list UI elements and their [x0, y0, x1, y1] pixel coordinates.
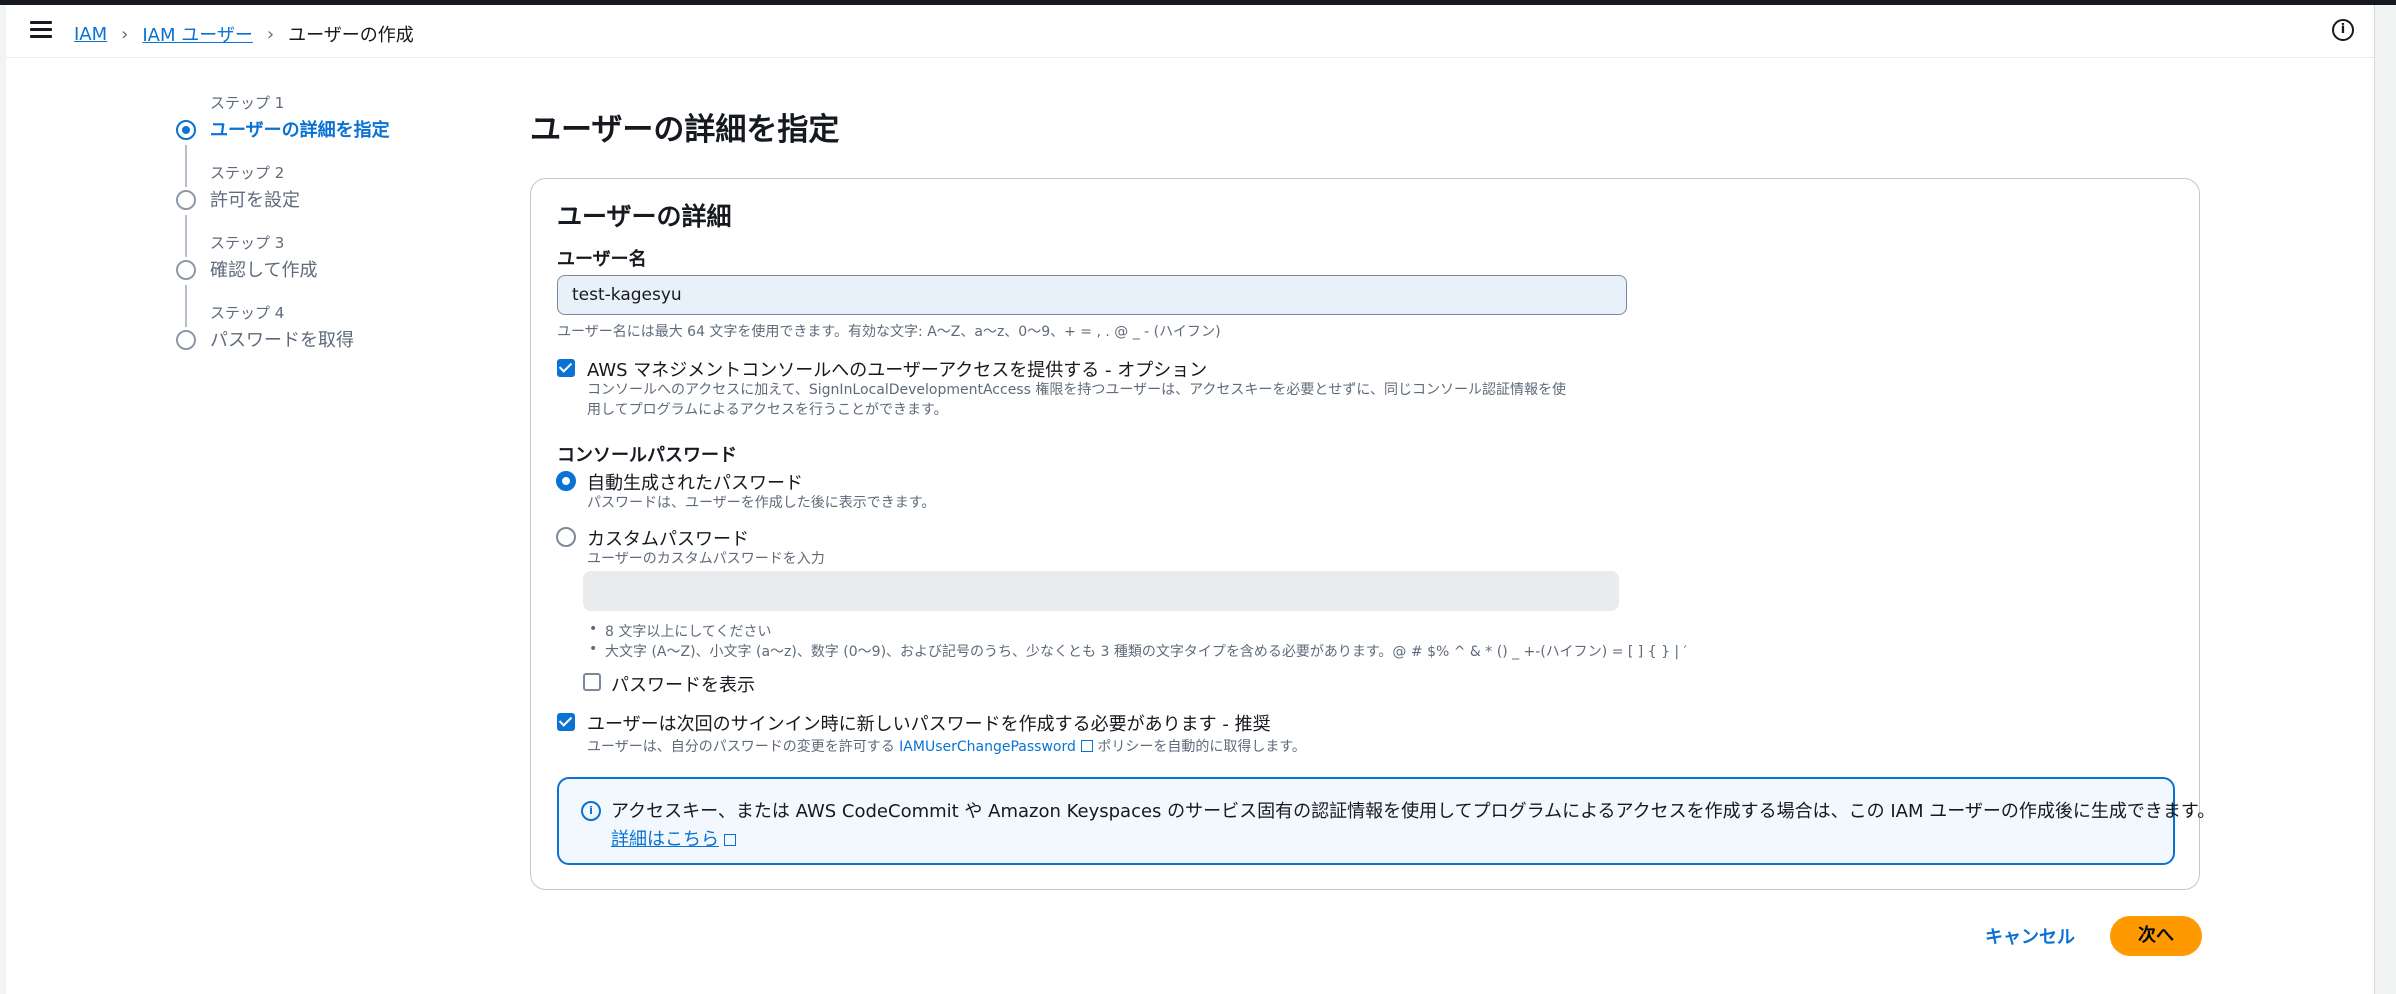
info-alert: i アクセスキー、または AWS CodeCommit や Amazon Key…: [557, 777, 2215, 865]
info-icon: i: [581, 801, 601, 821]
step-connector: [185, 145, 187, 187]
learn-more-link[interactable]: 詳細はこちら: [611, 825, 736, 851]
breadcrumb-iam-users[interactable]: IAM ユーザー: [142, 21, 253, 47]
info-icon[interactable]: i: [2332, 19, 2354, 41]
step-number: ステップ 1: [210, 94, 285, 112]
breadcrumb-current: ユーザーの作成: [288, 25, 414, 46]
console-password-label: コンソールパスワード: [557, 445, 737, 466]
chevron-right-icon: ›: [266, 23, 275, 45]
console-access-label: AWS マネジメントコンソールへのユーザーアクセスを提供する - オプション: [587, 360, 1208, 381]
user-details-panel: ユーザーの詳細 ユーザー名 test-kagesyu ユーザー名には最大 64 …: [530, 178, 2215, 890]
right-scroll-rail[interactable]: [2374, 5, 2396, 994]
auto-password-label: 自動生成されたパスワード: [587, 473, 803, 494]
username-hint: ユーザー名には最大 64 文字を使用できます。有効な文字: A〜Z、a〜z、0〜…: [557, 324, 1221, 340]
auto-password-radio[interactable]: [556, 471, 576, 491]
menu-icon[interactable]: [30, 21, 52, 39]
iam-user-change-password-link[interactable]: IAMUserChangePassword: [899, 739, 1093, 755]
breadcrumb-iam[interactable]: IAM: [74, 24, 107, 45]
step-connector: [185, 215, 187, 257]
step-number: ステップ 4: [210, 304, 285, 322]
show-password-label: パスワードを表示: [611, 675, 755, 696]
require-reset-desc: ユーザーは、自分のパスワードの変更を許可する IAMUserChangePass…: [587, 737, 1306, 757]
show-password-checkbox[interactable]: [583, 673, 601, 691]
link-text: IAMUserChangePassword: [899, 739, 1076, 755]
custom-password-desc: ユーザーのカスタムパスワードを入力: [587, 551, 825, 567]
next-button[interactable]: 次へ: [2110, 916, 2202, 956]
external-link-icon: [724, 834, 736, 846]
require-reset-desc-pre: ユーザーは、自分のパスワードの変更を許可する: [587, 739, 895, 755]
cancel-button[interactable]: キャンセル: [1985, 923, 2075, 949]
custom-password-radio[interactable]: [556, 527, 576, 547]
left-edge: [0, 5, 6, 994]
step-label: ユーザーの詳細を指定: [210, 120, 390, 141]
console-access-checkbox[interactable]: [557, 359, 575, 377]
console-access-desc: コンソールへのアクセスに加えて、SignInLocalDevelopmentAc…: [587, 382, 1566, 398]
breadcrumb: IAM › IAM ユーザー › ユーザーの作成: [74, 21, 414, 47]
link-text: 詳細はこちら: [611, 829, 719, 850]
username-label: ユーザー名: [557, 249, 647, 270]
require-reset-desc-post: ポリシーを自動的に取得します。: [1097, 739, 1306, 755]
external-link-icon: [1080, 740, 1093, 752]
step-pending-icon: [176, 190, 196, 210]
step-label: 許可を設定: [210, 190, 300, 211]
step-pending-icon: [176, 330, 196, 350]
custom-password-input[interactable]: [583, 571, 1619, 611]
require-reset-label: ユーザーは次回のサインイン時に新しいパスワードを作成する必要があります - 推奨: [587, 714, 1271, 735]
header: IAM › IAM ユーザー › ユーザーの作成 i: [6, 5, 2374, 58]
password-rule: 8 文字以上にしてください: [589, 621, 771, 641]
step-label: パスワードを取得: [210, 330, 354, 351]
step-number: ステップ 2: [210, 164, 285, 182]
step-label: 確認して作成: [210, 260, 318, 281]
custom-password-label: カスタムパスワード: [587, 529, 749, 550]
step-current-icon: [176, 120, 196, 140]
step-number: ステップ 3: [210, 234, 285, 252]
info-alert-text: アクセスキー、または AWS CodeCommit や Amazon Keysp…: [611, 801, 2216, 822]
auto-password-desc: パスワードは、ユーザーを作成した後に表示できます。: [587, 495, 936, 511]
step-connector: [185, 285, 187, 327]
require-reset-checkbox[interactable]: [557, 713, 575, 731]
page-title: ユーザーの詳細を指定: [530, 112, 840, 148]
username-input[interactable]: test-kagesyu: [557, 275, 1627, 315]
console-access-desc: 用してプログラムによるアクセスを行うことができます。: [587, 402, 948, 418]
password-rule: 大文字 (A〜Z)、小文字 (a〜z)、数字 (0〜9)、および記号のうち、少な…: [589, 641, 1687, 661]
step-pending-icon: [176, 260, 196, 280]
panel-title: ユーザーの詳細: [557, 202, 732, 231]
chevron-right-icon: ›: [121, 23, 129, 45]
